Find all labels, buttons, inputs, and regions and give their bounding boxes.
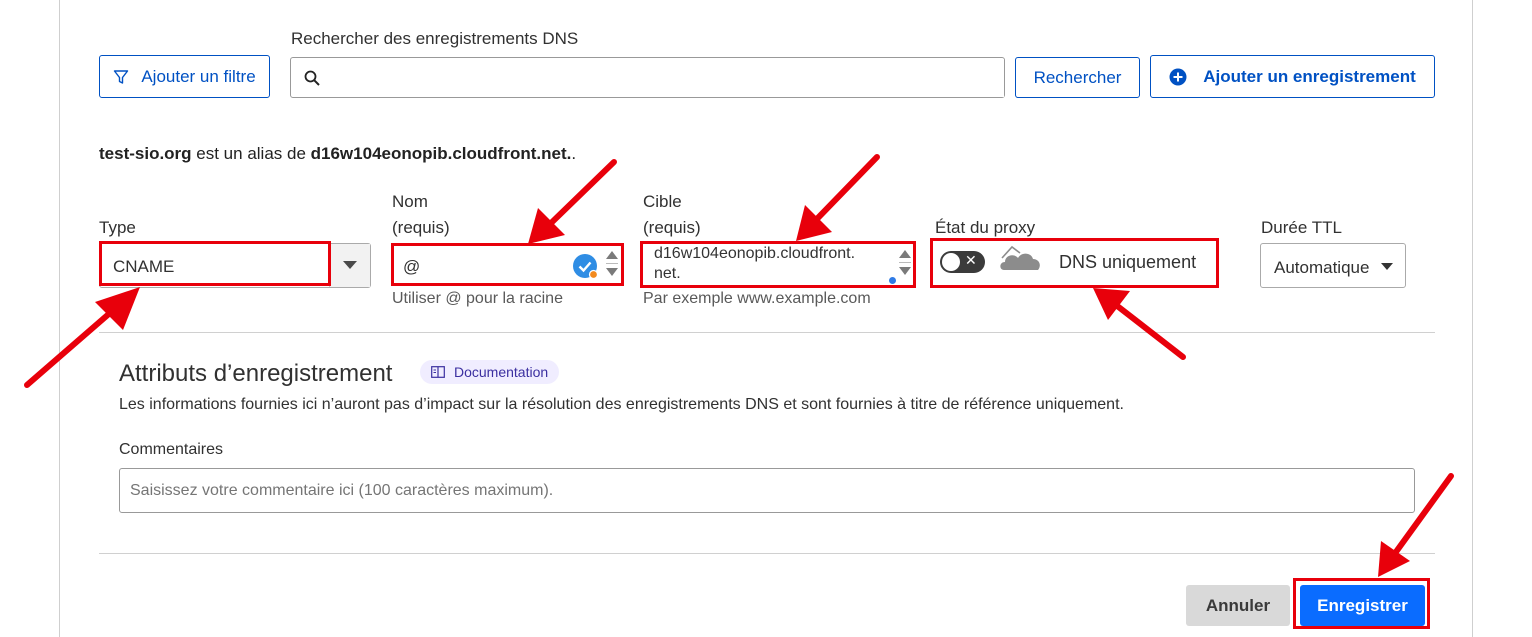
caret-down-icon (343, 261, 357, 269)
filter-icon (114, 69, 129, 84)
arrow-to-type (24, 303, 121, 388)
add-filter-button[interactable]: Ajouter un filtre (99, 55, 270, 98)
book-icon (431, 366, 445, 378)
target-hint: Par exemple www.example.com (643, 290, 871, 307)
cloud-off-icon (1000, 244, 1040, 270)
comments-label: Commentaires (119, 441, 224, 458)
target-label: Cible (643, 192, 682, 211)
target-value-line2: net. (654, 265, 681, 282)
target-required-label: (requis) (643, 218, 701, 237)
divider (99, 553, 1435, 554)
arrow-head (1093, 288, 1130, 320)
name-required-label: (requis) (392, 218, 450, 237)
type-value: CNAME (113, 257, 175, 276)
arrow-head (1378, 541, 1410, 577)
documentation-badge[interactable]: Documentation (420, 360, 560, 384)
proxy-toggle-knob (942, 253, 960, 271)
add-record-label: Ajouter un enregistrement (1203, 66, 1416, 86)
search-button[interactable]: Rechercher (1015, 57, 1140, 98)
close-icon: ✕ (965, 252, 977, 268)
name-spinner[interactable] (606, 249, 618, 279)
cancel-button[interactable]: Annuler (1186, 585, 1290, 626)
documentation-label: Documentation (454, 364, 549, 380)
divider (99, 332, 1435, 333)
name-input[interactable]: @ (403, 257, 420, 277)
alias-note: test-sio.org est un alias de d16w104eono… (99, 144, 576, 164)
resize-dot-icon (889, 277, 896, 284)
arrow-head (528, 208, 565, 244)
panel-right-border (1472, 0, 1473, 637)
arrow-to-proxy (1113, 302, 1186, 360)
save-label: Enregistrer (1317, 595, 1408, 615)
attributes-title: Attributs d’enregistrement (119, 360, 393, 387)
type-dropdown-toggle[interactable] (329, 244, 370, 287)
search-icon (304, 70, 320, 86)
plus-circle-icon (1169, 68, 1187, 85)
target-input[interactable]: d16w104eonopib.cloudfront. net. (654, 244, 855, 284)
target-value-line1: d16w104eonopib.cloudfront. (654, 245, 856, 262)
save-button[interactable]: Enregistrer (1300, 585, 1425, 626)
target-spinner[interactable] (899, 248, 911, 278)
name-label: Nom (392, 192, 428, 211)
proxy-status: DNS uniquement (1059, 252, 1197, 272)
proxy-label: État du proxy (935, 218, 1036, 237)
alias-trailing: . (571, 144, 577, 163)
arrow-to-target (810, 154, 880, 226)
name-hint: Utiliser @ pour la racine (392, 290, 563, 307)
alias-domain: test-sio.org (99, 144, 192, 163)
search-button-label: Rechercher (1033, 67, 1122, 87)
panel-left-border (59, 0, 60, 637)
arrow-to-name (545, 159, 617, 229)
attributes-description: Les informations fournies ici n’auront p… (119, 396, 1124, 413)
name-field[interactable]: @ (392, 244, 622, 286)
search-field[interactable] (290, 57, 1005, 98)
comments-input[interactable] (119, 468, 1415, 513)
password-manager-check-icon[interactable] (572, 253, 600, 281)
search-label: Rechercher des enregistrements DNS (291, 29, 579, 48)
arrow-head (796, 205, 832, 241)
add-record-button[interactable]: Ajouter un enregistrement (1150, 55, 1435, 98)
caret-down-icon (1381, 263, 1393, 270)
search-input[interactable] (329, 58, 1004, 97)
arrow-head (95, 287, 140, 330)
add-filter-label: Ajouter un filtre (141, 66, 256, 86)
alias-middle: est un alias de (191, 144, 311, 163)
alias-target: d16w104eonopib.cloudfront.net. (310, 144, 572, 163)
type-select[interactable]: CNAME (99, 243, 371, 288)
ttl-value: Automatique (1274, 258, 1370, 277)
type-label: Type (99, 218, 136, 237)
cancel-label: Annuler (1205, 595, 1271, 615)
ttl-select[interactable]: Automatique (1260, 243, 1406, 288)
target-field[interactable]: d16w104eonopib.cloudfront. net. (642, 242, 914, 287)
ttl-label: Durée TTL (1261, 218, 1342, 237)
proxy-toggle[interactable]: ✕ (940, 251, 985, 273)
